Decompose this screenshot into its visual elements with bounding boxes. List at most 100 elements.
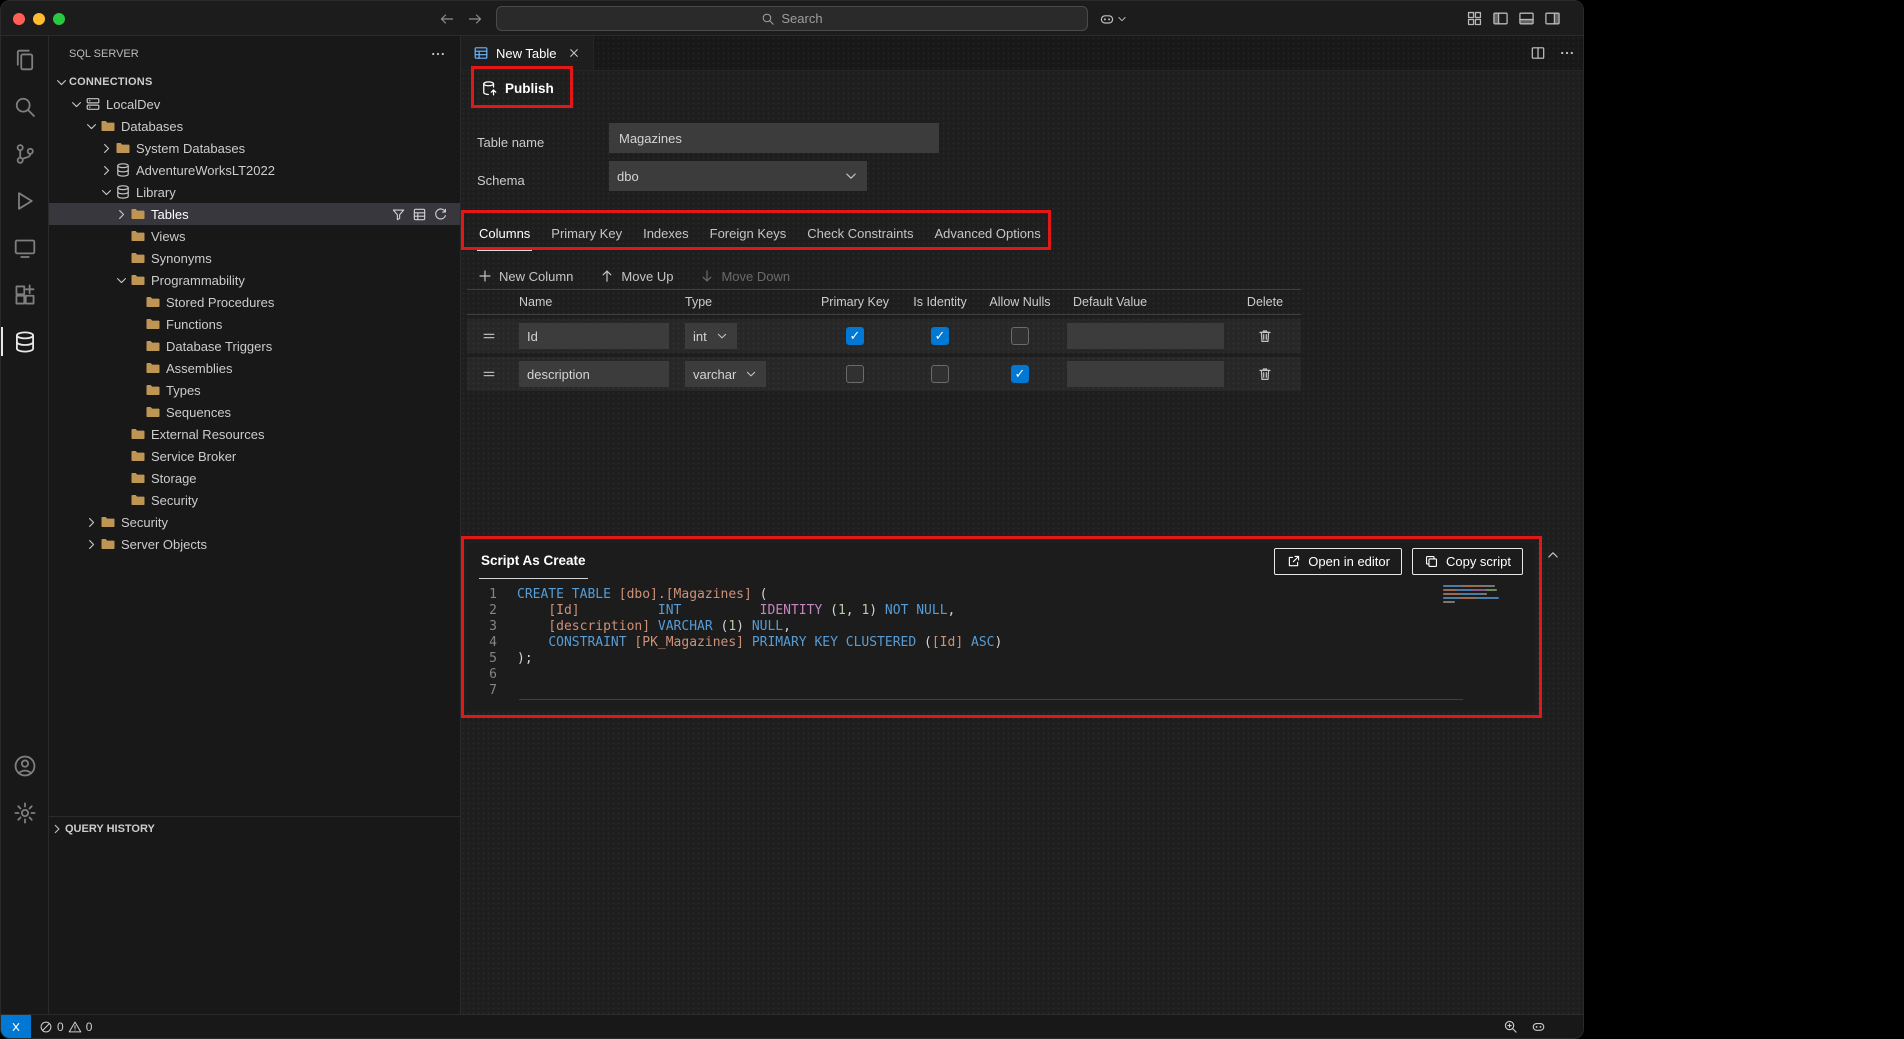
designer-tab-primary-key[interactable]: Primary Key: [549, 217, 624, 251]
activity-extensions[interactable]: [1, 271, 49, 318]
activity-source-control[interactable]: [1, 130, 49, 177]
script-as-create-tab[interactable]: Script As Create: [479, 543, 588, 579]
activity-accounts[interactable]: [1, 742, 49, 789]
chevron-down-icon: [98, 184, 114, 200]
tree-item-assemblies[interactable]: Assemblies: [49, 357, 460, 379]
column-name-input[interactable]: [519, 361, 669, 387]
tree-item-external-resources[interactable]: External Resources: [49, 423, 460, 445]
copilot-menu[interactable]: [1099, 1, 1128, 36]
activity-settings[interactable]: [1, 789, 49, 836]
activity-explorer[interactable]: [1, 36, 49, 83]
status-bar: 0 0: [1, 1014, 1584, 1038]
more-actions-icon[interactable]: [430, 46, 446, 62]
designer-tab-advanced-options[interactable]: Advanced Options: [932, 217, 1042, 251]
minimap: [1443, 585, 1499, 605]
delete-row-button[interactable]: [1257, 366, 1273, 382]
back-icon[interactable]: [439, 11, 455, 27]
panel-left-icon[interactable]: [1492, 10, 1509, 27]
tree-item-sequences[interactable]: Sequences: [49, 401, 460, 423]
close-icon[interactable]: [567, 46, 581, 60]
minimize-window-button[interactable]: [33, 13, 45, 25]
tree-item-storage[interactable]: Storage: [49, 467, 460, 489]
refresh-icon[interactable]: [433, 207, 448, 222]
forward-icon[interactable]: [467, 11, 483, 27]
open-in-editor-button[interactable]: Open in editor: [1274, 548, 1402, 575]
column-type-select[interactable]: varchar: [685, 361, 766, 387]
tree-item-service-broker[interactable]: Service Broker: [49, 445, 460, 467]
copy-script-button[interactable]: Copy script: [1412, 548, 1523, 575]
filter-icon[interactable]: [391, 207, 406, 222]
default-value-input[interactable]: [1067, 323, 1224, 349]
column-type-select[interactable]: int: [685, 323, 737, 349]
designer-tab-foreign-keys[interactable]: Foreign Keys: [708, 217, 789, 251]
move-up-button[interactable]: Move Up: [599, 268, 673, 284]
activity-sql-server[interactable]: [1, 318, 49, 365]
delete-row-button[interactable]: [1257, 328, 1273, 344]
tree-item-security[interactable]: Security: [49, 489, 460, 511]
code-line: 2 [Id] INT IDENTITY (1, 1) NOT NULL,: [467, 603, 1535, 619]
query-history-section[interactable]: QUERY HISTORY: [49, 816, 460, 840]
tree-item-types[interactable]: Types: [49, 379, 460, 401]
allow-nulls-checkbox[interactable]: [1011, 365, 1029, 383]
activity-bar: [1, 36, 49, 1014]
default-value-input[interactable]: [1067, 361, 1224, 387]
drag-handle-icon[interactable]: [467, 366, 511, 382]
remote-indicator[interactable]: [1, 1015, 31, 1039]
gear-icon: [13, 801, 37, 825]
tree-item-databases[interactable]: Databases: [49, 115, 460, 137]
grid-icon[interactable]: [412, 207, 427, 222]
activity-remote-explorer[interactable]: [1, 224, 49, 271]
tree-item-security[interactable]: Security: [49, 511, 460, 533]
designer-tab-indexes[interactable]: Indexes: [641, 217, 691, 251]
activity-search[interactable]: [1, 83, 49, 130]
command-center-search[interactable]: Search: [496, 6, 1088, 31]
tree-item-connections[interactable]: CONNECTIONS: [49, 71, 460, 93]
tree-item-programmability[interactable]: Programmability: [49, 269, 460, 291]
column-name-input[interactable]: [519, 323, 669, 349]
panel-right-icon[interactable]: [1544, 10, 1561, 27]
problems-status[interactable]: 0 0: [31, 1015, 100, 1038]
tree-item-system-databases[interactable]: System Databases: [49, 137, 460, 159]
zoom-window-button[interactable]: [53, 13, 65, 25]
primary-key-checkbox[interactable]: [846, 327, 864, 345]
folder-icon: [130, 228, 146, 244]
new-column-button[interactable]: New Column: [477, 268, 573, 284]
tree-item-functions[interactable]: Functions: [49, 313, 460, 335]
allow-nulls-checkbox[interactable]: [1011, 327, 1029, 345]
collapse-panel-icon[interactable]: [1545, 547, 1561, 563]
script-code[interactable]: 1CREATE TABLE [dbo].[Magazines] (2 [Id] …: [467, 587, 1535, 700]
table-designer: Publish Table name Schema dbo ColumnsPri…: [461, 71, 1584, 1014]
split-editor-icon[interactable]: [1530, 45, 1546, 61]
close-window-button[interactable]: [13, 13, 25, 25]
tree-item-adventureworkslt2022[interactable]: AdventureWorksLT2022: [49, 159, 460, 181]
primary-key-checkbox[interactable]: [846, 365, 864, 383]
layout-grid-icon[interactable]: [1466, 10, 1483, 27]
tree-item-library[interactable]: Library: [49, 181, 460, 203]
chevron-right-icon: [98, 162, 114, 178]
tree-item-views[interactable]: Views: [49, 225, 460, 247]
publish-button[interactable]: Publish: [481, 74, 554, 102]
zoom-icon[interactable]: [1503, 1019, 1518, 1034]
tree-item-tables[interactable]: Tables: [49, 203, 460, 225]
tree-item-server-objects[interactable]: Server Objects: [49, 533, 460, 555]
source-control-icon: [13, 142, 37, 166]
drag-handle-icon[interactable]: [467, 328, 511, 344]
tree-item-localdev[interactable]: LocalDev: [49, 93, 460, 115]
folder-icon: [100, 536, 116, 552]
activity-run-debug[interactable]: [1, 177, 49, 224]
schema-select[interactable]: dbo: [609, 161, 867, 191]
designer-tab-check-constraints[interactable]: Check Constraints: [805, 217, 915, 251]
table-name-input[interactable]: [609, 123, 939, 153]
copilot-icon[interactable]: [1531, 1019, 1546, 1034]
more-actions-icon[interactable]: [1559, 45, 1575, 61]
tree-item-stored-procedures[interactable]: Stored Procedures: [49, 291, 460, 313]
folder-icon: [115, 140, 131, 156]
tree-item-synonyms[interactable]: Synonyms: [49, 247, 460, 269]
tab-new-table[interactable]: New Table: [461, 36, 594, 70]
designer-tab-columns[interactable]: Columns: [477, 217, 532, 251]
tree-item-database-triggers[interactable]: Database Triggers: [49, 335, 460, 357]
panel-bottom-icon[interactable]: [1518, 10, 1535, 27]
is-identity-checkbox[interactable]: [931, 327, 949, 345]
is-identity-checkbox[interactable]: [931, 365, 949, 383]
folder-icon: [130, 492, 146, 508]
